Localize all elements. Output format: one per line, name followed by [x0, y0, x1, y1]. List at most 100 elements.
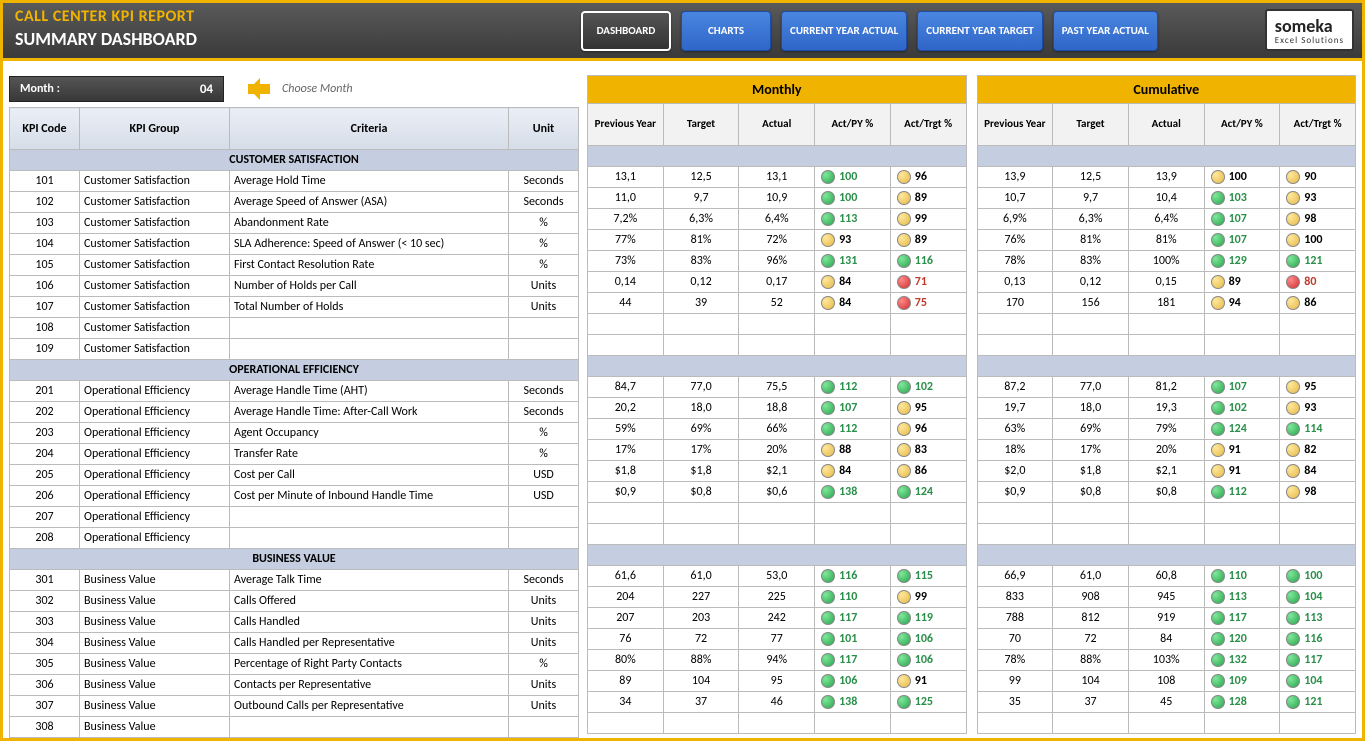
pct-value: 106: [915, 653, 933, 667]
tab-charts[interactable]: CHARTS: [681, 11, 771, 51]
cell-group: Business Value: [80, 591, 230, 612]
status-dot-icon: [1286, 380, 1300, 394]
table-row: $2,0$1,8$2,19184: [977, 461, 1356, 482]
cell-code: 304: [10, 633, 80, 654]
table-row: 101Customer SatisfactionAverage Hold Tim…: [10, 171, 579, 192]
pct-value: 119: [915, 611, 933, 625]
status-dot-icon: [897, 233, 911, 247]
table-row: 109Customer Satisfaction: [10, 339, 579, 360]
cell-actual: 79%: [1128, 419, 1204, 440]
pct-value: 112: [839, 422, 857, 436]
table-row: 17%17%20%8883: [588, 440, 967, 461]
cell-code: 102: [10, 192, 80, 213]
cell-group: Operational Efficiency: [80, 423, 230, 444]
cell-target: 77,0: [1053, 377, 1129, 398]
cell-unit: Units: [509, 297, 579, 318]
pct-value: 113: [839, 212, 857, 226]
cell-py: 0,13: [977, 272, 1053, 293]
cell-target: 39: [663, 293, 739, 314]
cell-py: 89: [588, 671, 664, 692]
cell-py: 78%: [977, 251, 1053, 272]
cell-unit: %: [509, 423, 579, 444]
cell-actual: $0,6: [739, 482, 815, 503]
cell-actual: 103%: [1128, 650, 1204, 671]
status-dot-icon: [1211, 170, 1225, 184]
status-dot-icon: [897, 380, 911, 394]
cell-target: 81%: [1053, 230, 1129, 251]
pct-value: 138: [839, 485, 857, 499]
cell-unit: Units: [509, 696, 579, 717]
status-dot-icon: [1211, 191, 1225, 205]
status-dot-icon: [821, 254, 835, 268]
cell-actual: 77: [739, 629, 815, 650]
col-acttrg: Act/Trgt %: [1280, 104, 1356, 146]
cell-unit: Units: [509, 276, 579, 297]
cell-code: 204: [10, 444, 80, 465]
tab-current-year-target[interactable]: CURRENT YEAR TARGET: [917, 11, 1042, 51]
table-row: 203Operational EfficiencyAgent Occupancy…: [10, 423, 579, 444]
table-row: 59%69%66%11296: [588, 419, 967, 440]
cell-group: Business Value: [80, 654, 230, 675]
status-dot-icon: [897, 296, 911, 310]
status-dot-icon: [1286, 590, 1300, 604]
table-row: 66,961,060,8110100: [977, 566, 1356, 587]
cell-target: 83%: [663, 251, 739, 272]
cell-target: 61,0: [1053, 566, 1129, 587]
status-dot-icon: [897, 275, 911, 289]
pct-value: 82: [1304, 443, 1316, 457]
table-row: 707284120116: [977, 629, 1356, 650]
cell-group: Customer Satisfaction: [80, 297, 230, 318]
cell-py: 10,7: [977, 188, 1053, 209]
tab-past-year-actual[interactable]: PAST YEAR ACTUAL: [1053, 11, 1158, 51]
status-dot-icon: [1211, 275, 1225, 289]
cell-code: 303: [10, 612, 80, 633]
pct-value: 84: [839, 464, 851, 478]
cell-criteria: Agent Occupancy: [230, 423, 509, 444]
cell-unit: %: [509, 255, 579, 276]
cell-target: 69%: [1053, 419, 1129, 440]
cell-criteria: Number of Holds per Call: [230, 276, 509, 297]
status-dot-icon: [821, 569, 835, 583]
col-py: Previous Year: [588, 104, 664, 146]
cell-code: 305: [10, 654, 80, 675]
pct-value: 124: [915, 485, 933, 499]
cell-py: 20,2: [588, 398, 664, 419]
cell-criteria: [230, 717, 509, 738]
table-row: 106Customer SatisfactionNumber of Holds …: [10, 276, 579, 297]
cell-actual: 13,1: [739, 167, 815, 188]
table-row: 107Customer SatisfactionTotal Number of …: [10, 297, 579, 318]
status-dot-icon: [897, 254, 911, 268]
pct-value: 75: [915, 296, 927, 310]
status-dot-icon: [1286, 233, 1300, 247]
cell-unit: [509, 528, 579, 549]
cell-actual: 72%: [739, 230, 815, 251]
cell-py: 66,9: [977, 566, 1053, 587]
logo-brand: someka: [1275, 15, 1333, 37]
status-dot-icon: [821, 380, 835, 394]
cell-target: 6,3%: [663, 209, 739, 230]
cell-actual: 242: [739, 608, 815, 629]
cell-actual: 66%: [739, 419, 815, 440]
tab-current-year-actual[interactable]: CURRENT YEAR ACTUAL: [781, 11, 907, 51]
pct-value: 96: [915, 170, 927, 184]
table-row: 99104108109104: [977, 671, 1356, 692]
table-row: 105Customer SatisfactionFirst Contact Re…: [10, 255, 579, 276]
status-dot-icon: [1286, 443, 1300, 457]
table-row: 305Business ValuePercentage of Right Par…: [10, 654, 579, 675]
pct-value: 84: [839, 275, 851, 289]
table-row: 13,912,513,910090: [977, 167, 1356, 188]
status-dot-icon: [821, 464, 835, 478]
cell-actual: 108: [1128, 671, 1204, 692]
tab-dashboard[interactable]: DASHBOARD: [581, 11, 671, 51]
status-dot-icon: [897, 653, 911, 667]
pct-value: 116: [1304, 632, 1322, 646]
cell-target: 9,7: [1053, 188, 1129, 209]
pct-value: 101: [839, 632, 857, 646]
cell-actual: 96%: [739, 251, 815, 272]
cell-unit: Units: [509, 675, 579, 696]
month-selector[interactable]: Month : 04: [9, 76, 224, 102]
pct-value: 131: [839, 254, 857, 268]
col-kpi-code: KPI Code: [10, 108, 80, 150]
cell-unit: Seconds: [509, 381, 579, 402]
cell-unit: Seconds: [509, 192, 579, 213]
